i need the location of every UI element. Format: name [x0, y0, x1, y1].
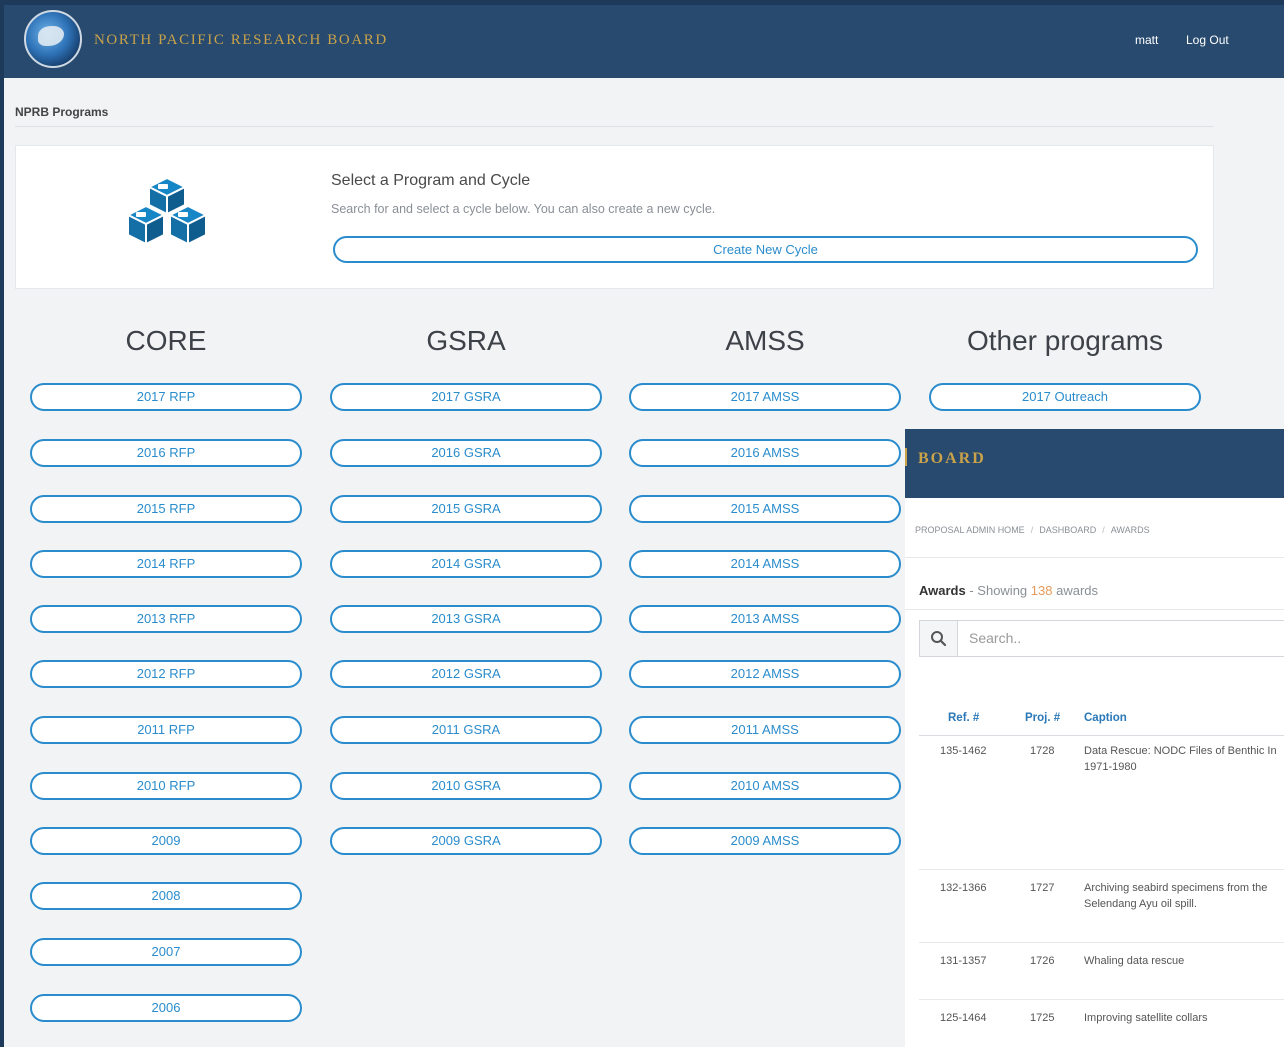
awards-breadcrumb: PROPOSAL ADMIN HOME / DASHBOARD / AWARDS	[915, 525, 1150, 535]
cycle-button[interactable]: 2008	[30, 882, 302, 910]
crumb-awards[interactable]: AWARDS	[1111, 525, 1150, 535]
crumb-dashboard[interactable]: DASHBOARD	[1039, 525, 1096, 535]
cycle-button[interactable]: 2013 RFP	[30, 605, 302, 633]
select-program-panel: Select a Program and Cycle Search for an…	[15, 145, 1214, 289]
create-new-cycle-button[interactable]: Create New Cycle	[333, 236, 1198, 263]
cycle-button[interactable]: 2013 AMSS	[629, 605, 901, 633]
cycle-button[interactable]: 2012 GSRA	[330, 660, 602, 688]
cycle-button[interactable]: 2016 RFP	[30, 439, 302, 467]
cycle-button[interactable]: 2009 GSRA	[330, 827, 602, 855]
cycle-button[interactable]: 2011 RFP	[30, 716, 302, 744]
cycle-button[interactable]: 2017 Outreach	[929, 383, 1201, 411]
table-cell-proj: 1727	[1030, 882, 1055, 894]
panel-title: Select a Program and Cycle	[331, 172, 531, 189]
cycle-button[interactable]: 2006	[30, 994, 302, 1022]
awards-search-field[interactable]: Search..	[919, 620, 1284, 657]
awards-header-bar: BOARD	[905, 429, 1284, 498]
awards-heading: Awards - Showing 138 awards	[919, 583, 1098, 598]
table-cell-caption[interactable]: Data Rescue: NODC Files of Benthic In 19…	[1084, 743, 1284, 775]
cycle-button[interactable]: 2014 GSRA	[330, 550, 602, 578]
program-title-other: Other programs	[966, 325, 1164, 356]
program-title-core: CORE	[125, 325, 207, 356]
awards-showing: - Showing	[965, 583, 1031, 598]
cycle-button[interactable]: 2015 RFP	[30, 495, 302, 523]
nprb-logo-icon[interactable]	[24, 10, 82, 68]
cycle-button[interactable]: 2012 AMSS	[629, 660, 901, 688]
table-cell-proj: 1726	[1030, 955, 1055, 967]
cycle-button[interactable]: 2015 GSRA	[330, 495, 602, 523]
cycle-button[interactable]: 2011 AMSS	[629, 716, 901, 744]
logout-link[interactable]: Log Out	[1186, 33, 1229, 47]
table-cell-proj: 1725	[1030, 1012, 1055, 1024]
cycle-button[interactable]: 2011 GSRA	[330, 716, 602, 744]
table-cell-ref: 135-1462	[940, 745, 987, 757]
panel-subtitle: Search for and select a cycle below. You…	[331, 202, 716, 216]
table-header-divider	[919, 735, 1284, 736]
cycle-button[interactable]: 2015 AMSS	[629, 495, 901, 523]
awards-brand-fragment: BOARD	[918, 450, 986, 467]
awards-suffix: awards	[1052, 583, 1099, 598]
table-cell-proj: 1728	[1030, 745, 1055, 757]
crumb-admin-home[interactable]: PROPOSAL ADMIN HOME	[915, 525, 1025, 535]
search-icon[interactable]	[920, 621, 958, 656]
breadcrumb-divider	[15, 126, 1214, 127]
cycle-button[interactable]: 2007	[30, 938, 302, 966]
cycle-button[interactable]: 2010 GSRA	[330, 772, 602, 800]
awards-count: 138	[1030, 583, 1053, 598]
table-cell-caption[interactable]: Improving satellite collars	[1084, 1010, 1284, 1026]
cycle-button[interactable]: 2014 AMSS	[629, 550, 901, 578]
brand-fragment-edge	[905, 448, 907, 466]
divider	[905, 609, 1284, 610]
cycle-button[interactable]: 2017 AMSS	[629, 383, 901, 411]
table-cell-ref: 131-1357	[940, 955, 987, 967]
table-cell-caption[interactable]: Whaling data rescue	[1084, 953, 1284, 969]
top-navbar: NORTH PACIFIC RESEARCH BOARD matt Log Ou…	[4, 5, 1284, 78]
cubes-icon	[127, 177, 207, 245]
cycle-button[interactable]: 2016 GSRA	[330, 439, 602, 467]
awards-page-overlay: BOARD PROPOSAL ADMIN HOME / DASHBOARD / AWAR…	[905, 429, 1284, 1047]
user-link[interactable]: matt	[1135, 33, 1158, 47]
cycle-button[interactable]: 2017 GSRA	[330, 383, 602, 411]
search-input[interactable]: Search..	[969, 630, 1021, 646]
brand-title[interactable]: NORTH PACIFIC RESEARCH BOARD	[94, 32, 388, 49]
row-divider	[919, 999, 1284, 1000]
cycle-button[interactable]: 2013 GSRA	[330, 605, 602, 633]
cycle-button[interactable]: 2014 RFP	[30, 550, 302, 578]
program-title-gsra: GSRA	[426, 325, 506, 356]
column-header-ref[interactable]: Ref. #	[948, 712, 979, 724]
table-cell-ref: 125-1464	[940, 1012, 987, 1024]
cycle-button[interactable]: 2012 RFP	[30, 660, 302, 688]
row-divider	[919, 942, 1284, 943]
cycle-button[interactable]: 2009	[30, 827, 302, 855]
cycle-button[interactable]: 2009 AMSS	[629, 827, 901, 855]
cycle-button[interactable]: 2017 RFP	[30, 383, 302, 411]
awards-label: Awards	[919, 583, 966, 598]
page-breadcrumb: NPRB Programs	[15, 105, 109, 119]
column-header-caption[interactable]: Caption	[1084, 712, 1127, 724]
cycle-button[interactable]: 2010 AMSS	[629, 772, 901, 800]
table-cell-ref: 132-1366	[940, 882, 987, 894]
cycle-button[interactable]: 2010 RFP	[30, 772, 302, 800]
divider	[905, 557, 1284, 558]
table-cell-caption[interactable]: Archiving seabird specimens from the Sel…	[1084, 880, 1284, 912]
cycle-button[interactable]: 2016 AMSS	[629, 439, 901, 467]
program-title-amss: AMSS	[725, 325, 805, 356]
column-header-proj[interactable]: Proj. #	[1025, 712, 1060, 724]
row-divider	[919, 869, 1284, 870]
